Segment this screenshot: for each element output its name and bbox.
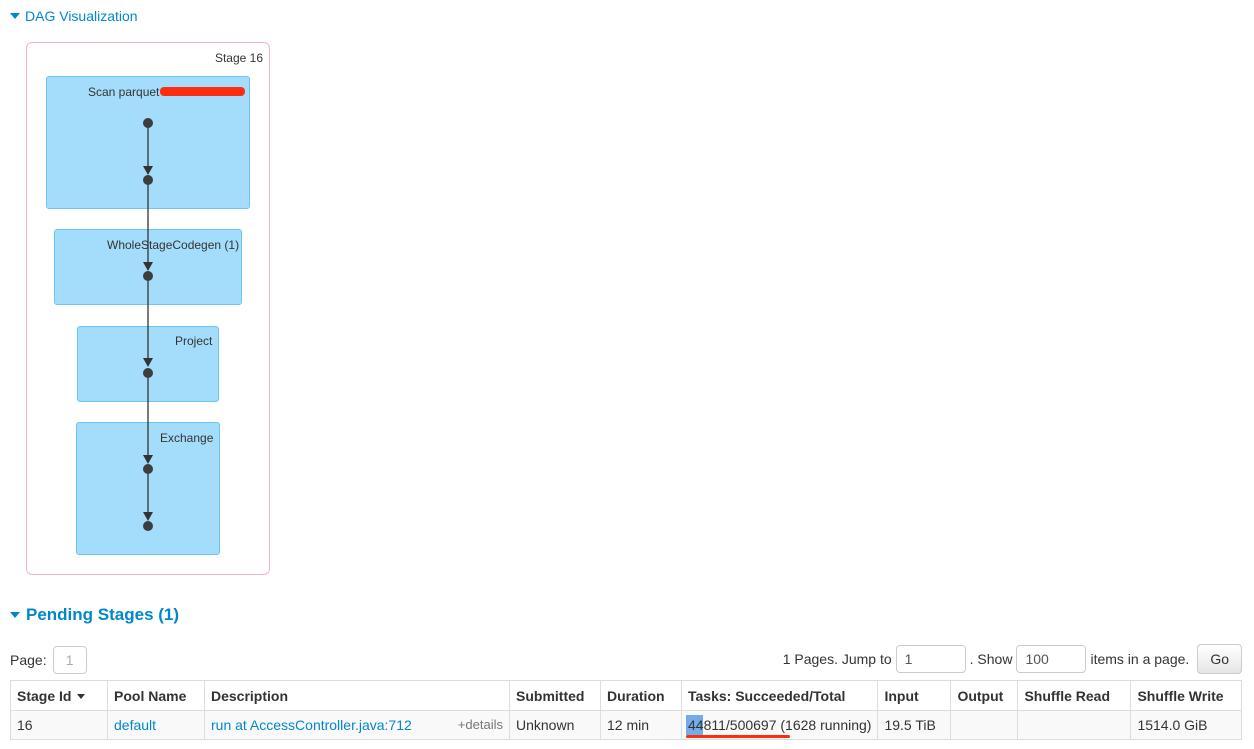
items-text: items in a page. — [1090, 651, 1190, 667]
description-link[interactable]: run at AccessController.java:712 — [211, 717, 412, 733]
dag-point — [143, 368, 153, 378]
highlight-underline — [686, 735, 790, 738]
tasks-progress: 44811/500697 (1628 running) — [686, 715, 872, 735]
pagination-current: Page: — [10, 646, 87, 674]
header-input[interactable]: Input — [877, 680, 952, 711]
current-page-field — [52, 646, 87, 674]
cell-output — [950, 710, 1019, 740]
page-label: Page: — [10, 652, 47, 668]
show-text: . Show — [969, 651, 1013, 667]
header-submitted[interactable]: Submitted — [509, 680, 601, 711]
dag-point — [143, 118, 153, 128]
cell-stage-id: 16 — [10, 710, 108, 740]
sort-desc-icon — [77, 694, 86, 700]
pages-text: 1 Pages. Jump to — [782, 651, 892, 667]
header-duration[interactable]: Duration — [600, 680, 682, 711]
header-stage-id[interactable]: Stage Id — [10, 680, 108, 711]
pending-stages-toggle[interactable]: Pending Stages (1) — [10, 605, 179, 625]
header-output[interactable]: Output — [950, 680, 1019, 711]
cell-pool-name: default — [107, 710, 205, 740]
header-description[interactable]: Description — [204, 680, 510, 711]
dag-point — [143, 521, 153, 531]
caret-down-icon — [10, 612, 20, 618]
cell-duration: 12 min — [600, 710, 682, 740]
arrowhead-icon — [143, 455, 153, 464]
dag-point — [143, 271, 153, 281]
arrowhead-icon — [143, 166, 153, 175]
tasks-text: 44811/500697 (1628 running) — [688, 717, 872, 733]
pool-link[interactable]: default — [114, 717, 156, 733]
page-size-input[interactable] — [1016, 645, 1087, 673]
dag-point — [143, 175, 153, 185]
cell-input: 19.5 TiB — [877, 710, 952, 740]
header-shuffle-read[interactable]: Shuffle Read — [1017, 680, 1132, 711]
arrowhead-icon — [143, 262, 153, 271]
arrowhead-icon — [143, 358, 153, 367]
jump-to-page-input[interactable] — [895, 645, 966, 673]
header-pool-name[interactable]: Pool Name — [107, 680, 205, 711]
details-toggle[interactable]: +details — [458, 717, 503, 732]
cell-submitted: Unknown — [509, 710, 601, 740]
dag-edges — [143, 118, 153, 531]
cell-shuffle-read — [1017, 710, 1132, 740]
pending-stages-title: Pending Stages (1) — [26, 605, 180, 624]
header-tasks[interactable]: Tasks: Succeeded/Total — [680, 680, 879, 711]
cell-shuffle-write: 1514.0 GiB — [1130, 710, 1242, 740]
go-button[interactable]: Go — [1197, 644, 1242, 674]
dag-point — [143, 464, 153, 474]
header-shuffle-write[interactable]: Shuffle Write — [1130, 680, 1242, 711]
table-row: 16 default run at AccessController.java:… — [10, 710, 1242, 740]
arrowhead-icon — [143, 512, 153, 521]
pagination-controls: 1 Pages. Jump to . Show items in a page.… — [783, 644, 1242, 674]
pending-stages-table: Stage Id Pool Name Description Submitted… — [10, 680, 1242, 740]
table-header-row: Stage Id Pool Name Description Submitted… — [10, 680, 1242, 711]
cell-description: run at AccessController.java:712 +detail… — [204, 710, 510, 740]
